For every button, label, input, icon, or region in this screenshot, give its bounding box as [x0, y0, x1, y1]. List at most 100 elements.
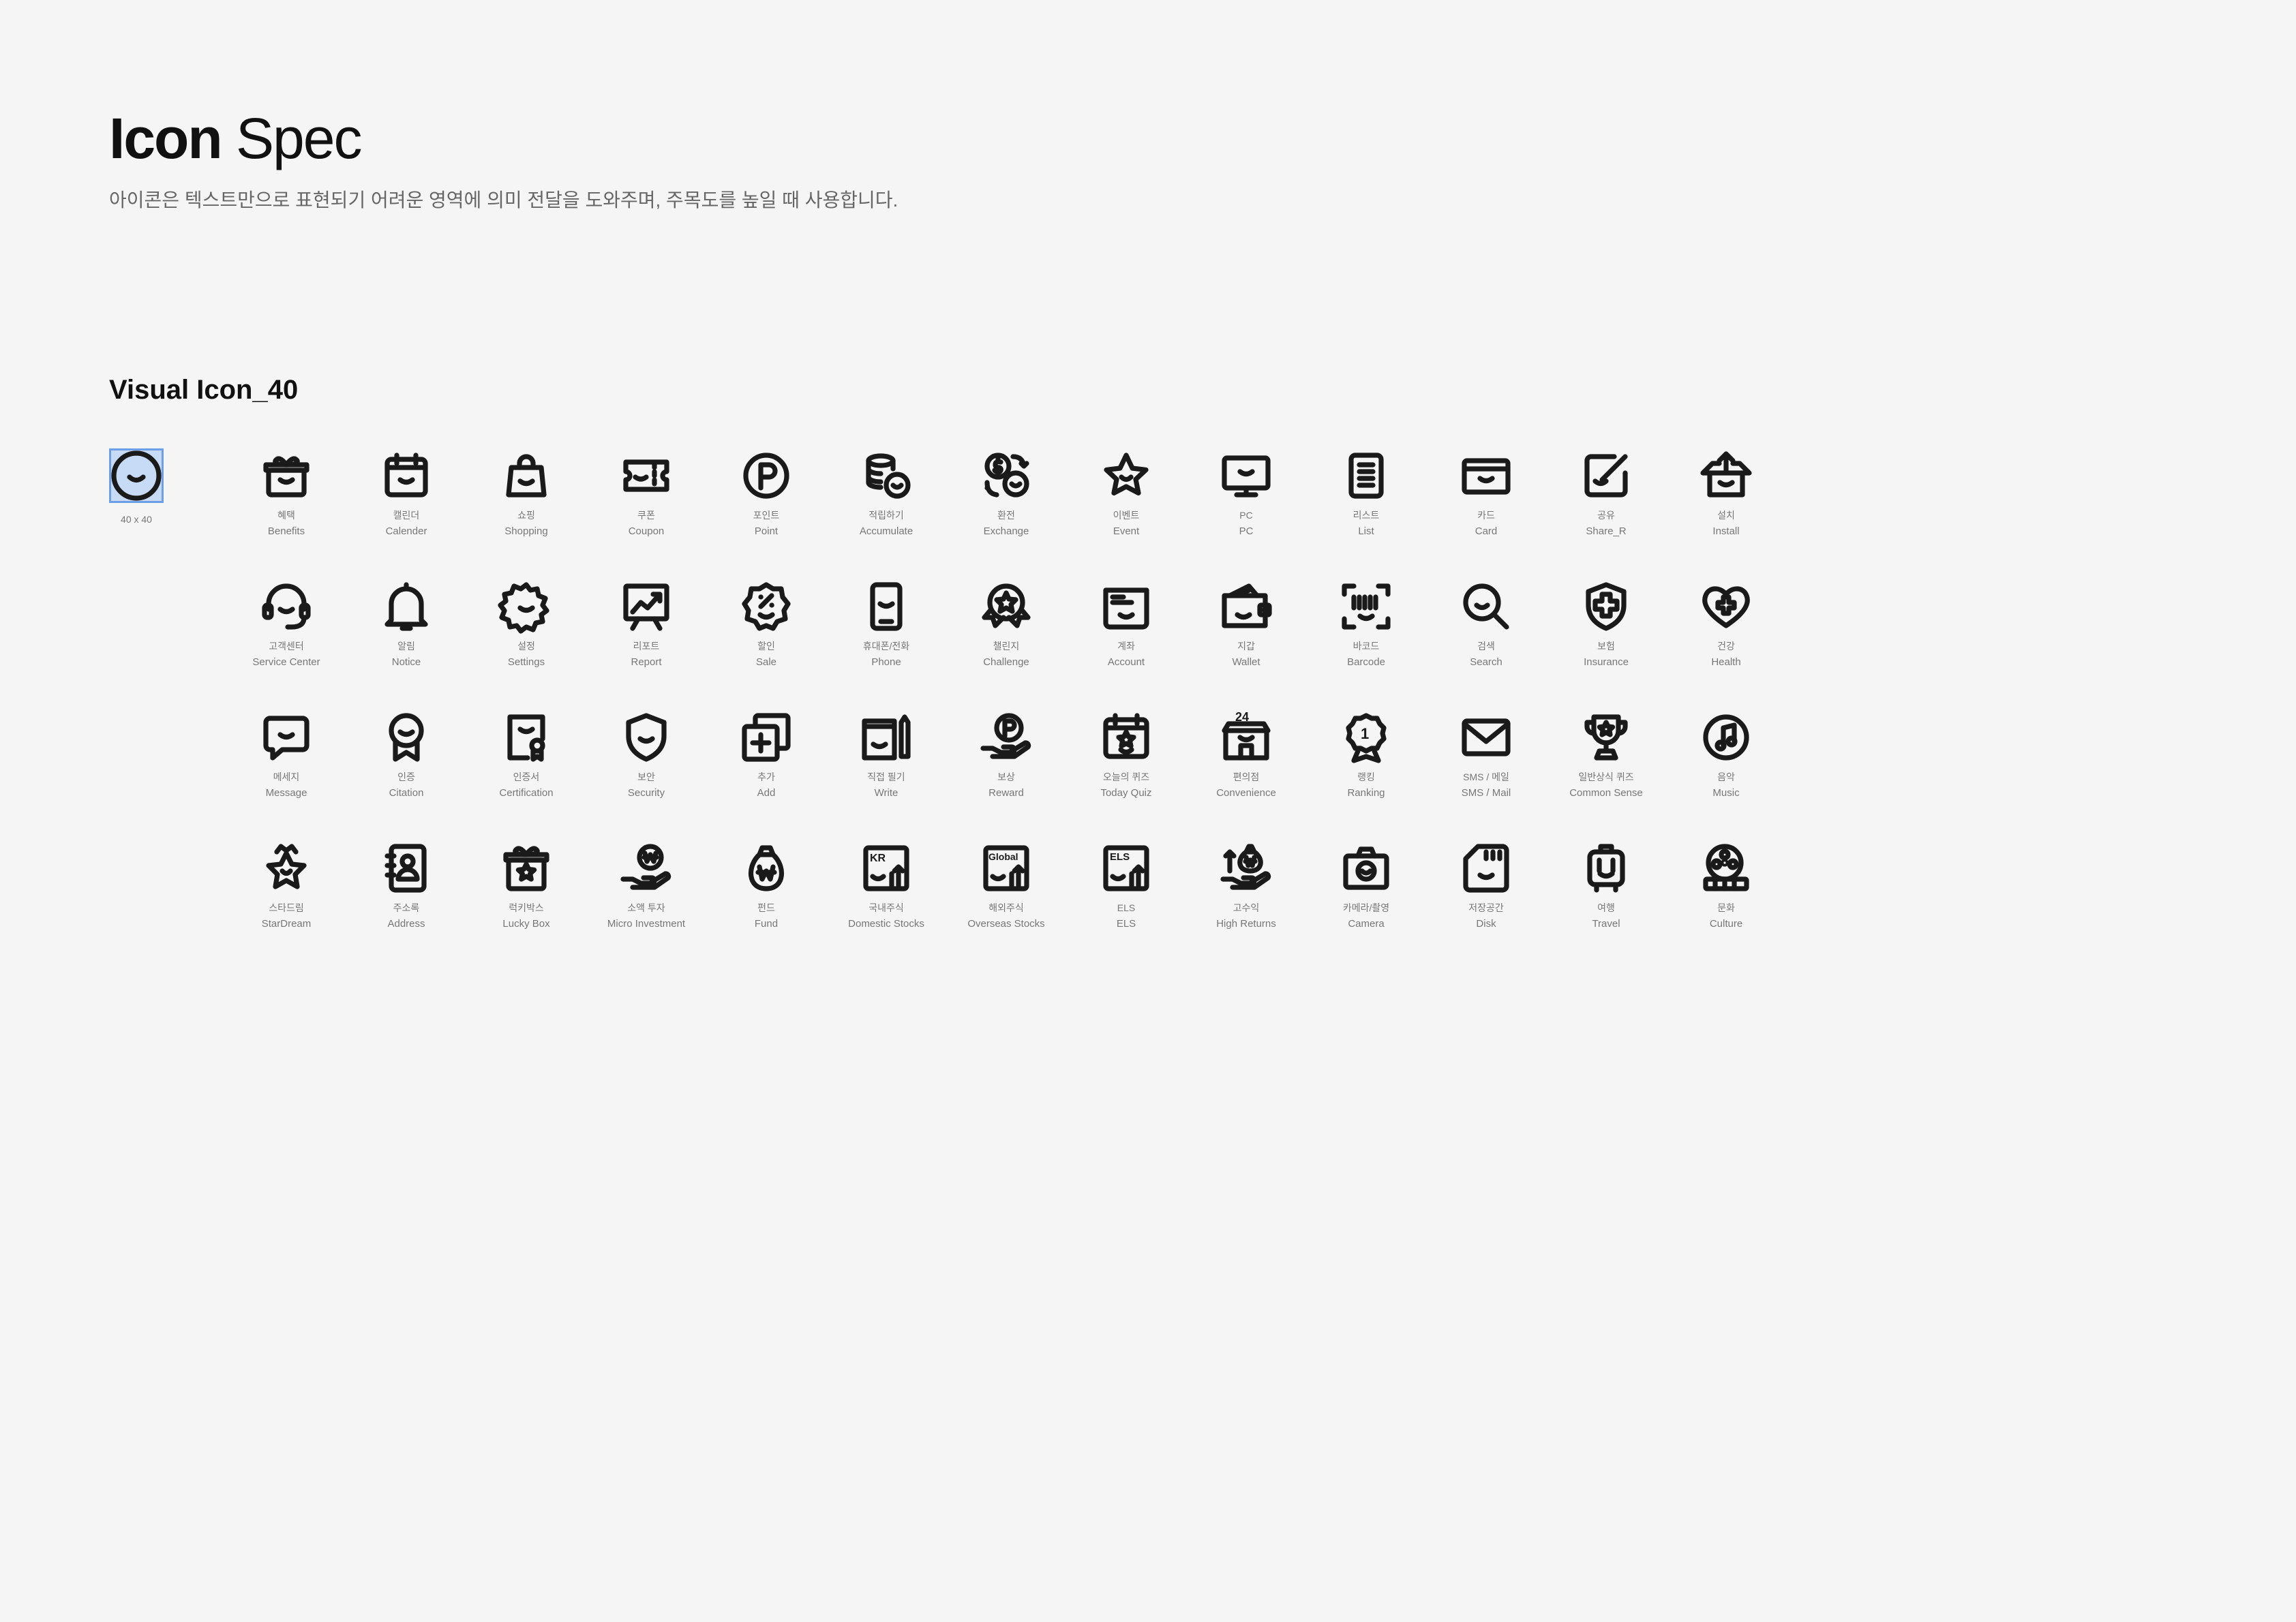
- icon-graphic: [1459, 577, 1513, 637]
- icon-cell-global-stocks[interactable]: Global 해외주식 Overseas Stocks: [946, 838, 1066, 969]
- icon-graphic: [498, 577, 554, 637]
- icon-graphic: [1579, 707, 1633, 767]
- card-icon: [1462, 458, 1511, 495]
- icon-cell-install-box[interactable]: 설치 Install: [1666, 446, 1786, 577]
- icon-label-en: Music: [1712, 787, 1740, 799]
- icon-graphic: [1459, 707, 1513, 767]
- icon-graphic: [619, 707, 674, 767]
- icon-cell-address-book[interactable]: 주소록 Address: [346, 838, 466, 969]
- icon-graphic: [499, 446, 554, 506]
- trophy-icon: [1584, 714, 1628, 761]
- icon-label-ko: 바코드: [1353, 641, 1380, 652]
- icon-graphic: [859, 577, 913, 637]
- icon-cell-citation-ribbon[interactable]: 인증 Citation: [346, 707, 466, 838]
- icon-cell-exchange[interactable]: 환전 Exchange: [946, 446, 1066, 577]
- icon-cell-quiz-calendar[interactable]: 오늘의 퀴즈 Today Quiz: [1066, 707, 1186, 838]
- icon-label-en: Notice: [391, 656, 421, 668]
- icon-label-ko: 공유: [1597, 510, 1615, 521]
- insurance-shield-icon: [1586, 582, 1627, 631]
- icon-label-ko: 오늘의 퀴즈: [1102, 771, 1150, 782]
- icon-label-en: Security: [627, 787, 665, 799]
- icon-label-ko: 혜택: [277, 510, 295, 521]
- icon-cell-gift[interactable]: 혜택 Benefits: [226, 446, 346, 577]
- icon-label-en: Domestic Stocks: [848, 918, 924, 930]
- icon-label-en: Install: [1712, 525, 1740, 537]
- icon-cell-headset[interactable]: 고객센터 Service Center: [226, 577, 346, 707]
- icon-cell-reward[interactable]: 보상 Reward: [946, 707, 1066, 838]
- icon-cell-barcode[interactable]: 바코드 Barcode: [1306, 577, 1426, 707]
- icon-cell-money-bag[interactable]: 펀드 Fund: [706, 838, 826, 969]
- icon-cell-star[interactable]: 이벤트 Event: [1066, 446, 1186, 577]
- icon-cell-share[interactable]: 공유 Share_R: [1546, 446, 1666, 577]
- icon-cell-coin-stack[interactable]: 적립하기 Accumulate: [826, 446, 946, 577]
- star-icon: [1104, 453, 1149, 495]
- icon-cell-micro-investment[interactable]: 소액 투자 Micro Investment: [586, 838, 706, 969]
- page-title-light: Spec: [236, 106, 362, 170]
- icon-label-ko: 계좌: [1117, 641, 1135, 652]
- icon-cell-insurance-shield[interactable]: 보험 Insurance: [1546, 577, 1666, 707]
- icon-cell-card[interactable]: 카드 Card: [1426, 446, 1546, 577]
- icon-cell-shopping-bag[interactable]: 쇼핑 Shopping: [466, 446, 586, 577]
- icon-cell-bell[interactable]: 알림 Notice: [346, 577, 466, 707]
- section-title: Visual Icon_40: [109, 375, 299, 405]
- icon-cell-report-chart[interactable]: 리포트 Report: [586, 577, 706, 707]
- icon-label-en: ELS: [1116, 918, 1136, 930]
- global-stocks-icon: Global: [983, 845, 1029, 891]
- icon-cell-lucky-box[interactable]: 럭키박스 Lucky Box: [466, 838, 586, 969]
- icon-label-ko: 럭키박스: [509, 902, 544, 913]
- icon-label-ko: 포인트: [753, 510, 780, 521]
- icon-label-en: Account: [1107, 656, 1145, 668]
- icon-cell-account[interactable]: 계좌 Account: [1066, 577, 1186, 707]
- icon-cell-coupon[interactable]: 쿠폰 Coupon: [586, 446, 706, 577]
- icon-cell-high-returns[interactable]: 고수익 High Returns: [1186, 838, 1306, 969]
- icon-cell-sale-badge[interactable]: 할인 Sale: [706, 577, 826, 707]
- icon-cell-star-crown[interactable]: 스타드림 StarDream: [226, 838, 346, 969]
- icon-cell-calendar[interactable]: 캘린더 Calender: [346, 446, 466, 577]
- icon-cell-health-heart[interactable]: 건강 Health: [1666, 577, 1786, 707]
- icon-cell-mail[interactable]: SMS / 메일 SMS / Mail: [1426, 707, 1546, 838]
- icon-label-en: Settings: [507, 656, 545, 668]
- icon-cell-list[interactable]: 리스트 List: [1306, 446, 1426, 577]
- icon-graphic: [379, 838, 434, 898]
- icon-graphic: [1699, 446, 1753, 506]
- icon-graphic: 1: [1339, 707, 1393, 767]
- icon-cell-kr-stocks[interactable]: KR 국내주식 Domestic Stocks: [826, 838, 946, 969]
- icon-cell-certificate[interactable]: 인증서 Certification: [466, 707, 586, 838]
- icon-cell-write[interactable]: 직접 필기 Write: [826, 707, 946, 838]
- icon-cell-message[interactable]: 메세지 Message: [226, 707, 346, 838]
- icon-label-en: Search: [1470, 656, 1502, 668]
- icon-label-en: Share_R: [1586, 525, 1627, 537]
- icon-graphic: [1459, 838, 1513, 898]
- icon-cell-shield[interactable]: 보안 Security: [586, 707, 706, 838]
- icon-label-ko: 보상: [997, 771, 1015, 782]
- icon-cell-gear[interactable]: 설정 Settings: [466, 577, 586, 707]
- icon-label-en: Culture: [1709, 918, 1743, 930]
- icon-label-en: Event: [1113, 525, 1140, 537]
- icon-cell-add[interactable]: 추가 Add: [706, 707, 826, 838]
- icon-cell-search[interactable]: 검색 Search: [1426, 577, 1546, 707]
- icon-cell-monitor[interactable]: PC PC: [1186, 446, 1306, 577]
- icon-cell-point-coin[interactable]: 포인트 Point: [706, 446, 826, 577]
- icon-cell-luggage[interactable]: 여행 Travel: [1546, 838, 1666, 969]
- icon-cell-disk[interactable]: 저장공간 Disk: [1426, 838, 1546, 969]
- selected-sample-icon[interactable]: [109, 448, 164, 503]
- icon-cell-ranking-badge[interactable]: 1 랭킹 Ranking: [1306, 707, 1426, 838]
- star-crown-icon: [266, 844, 307, 889]
- icon-label-en: Service Center: [252, 656, 320, 668]
- icon-label-ko: 쿠폰: [637, 510, 655, 521]
- icon-cell-camera[interactable]: 카메라/촬영 Camera: [1306, 838, 1426, 969]
- icon-cell-film-reel[interactable]: 문화 Culture: [1666, 838, 1786, 969]
- icon-cell-trophy[interactable]: 일반상식 퀴즈 Common Sense: [1546, 707, 1666, 838]
- icon-label-en: PC: [1239, 525, 1254, 537]
- icon-label-en: Benefits: [267, 525, 305, 537]
- icon-cell-els[interactable]: ELS ELS ELS: [1066, 838, 1186, 969]
- camera-icon: [1343, 846, 1389, 890]
- icon-cell-store-24[interactable]: 24 편의점 Convenience: [1186, 707, 1306, 838]
- icon-cell-phone[interactable]: 휴대폰/전화 Phone: [826, 577, 946, 707]
- icon-cell-challenge-medal[interactable]: 챌린지 Challenge: [946, 577, 1066, 707]
- icon-label-en: Disk: [1476, 918, 1496, 930]
- kr-stocks-icon: KR: [863, 845, 909, 891]
- certificate-icon: [507, 714, 545, 762]
- icon-cell-music[interactable]: 음악 Music: [1666, 707, 1786, 838]
- icon-cell-wallet[interactable]: 지갑 Wallet: [1186, 577, 1306, 707]
